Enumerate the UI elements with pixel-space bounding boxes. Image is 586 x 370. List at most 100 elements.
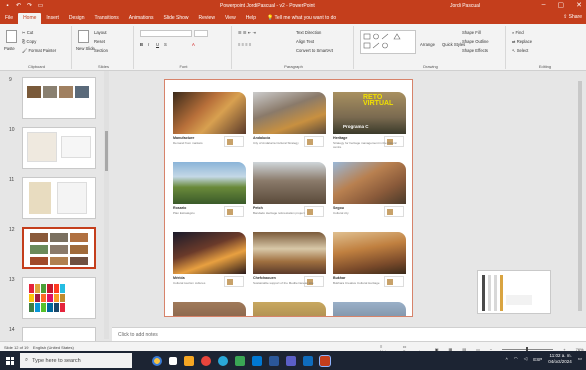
find-button[interactable]: ⌕ Find <box>512 30 524 35</box>
strikethrough-button[interactable]: S <box>164 42 167 47</box>
edge-icon[interactable] <box>218 355 228 366</box>
weather-icon[interactable] <box>152 355 162 366</box>
ribbon: Paste ✂ Cut ⎘ Copy 🖌 Format Painter Clip… <box>0 24 586 71</box>
font-size-field[interactable] <box>194 30 208 37</box>
tab-review[interactable]: Review <box>194 13 220 24</box>
taskbar-search[interactable]: ⌕ Type here to search <box>20 353 132 368</box>
slide-thumbnail-10[interactable] <box>22 127 96 169</box>
scrollbar-thumb[interactable] <box>105 131 108 171</box>
close-icon[interactable]: ✕ <box>576 1 582 9</box>
slide-cell[interactable]: Bukhar Bukhara Creative Cultural Heritag… <box>333 232 406 290</box>
slide-thumbnail-11[interactable] <box>22 177 96 219</box>
shape-outline-button[interactable]: Shape Outline <box>462 39 489 44</box>
reset-button[interactable]: Reset <box>94 39 105 44</box>
slide-cell[interactable]: Mérida Cultural tourism cultures <box>173 232 246 290</box>
slide-cell[interactable] <box>333 302 406 316</box>
undo-icon[interactable]: ↶ <box>15 3 22 10</box>
underline-button[interactable]: U <box>156 42 159 47</box>
font-name-field[interactable] <box>140 30 192 37</box>
notes-pane[interactable]: Click to add notes <box>112 327 586 341</box>
tab-animations[interactable]: Animations <box>124 13 159 24</box>
user-name[interactable]: Jordi Pascual <box>450 3 480 9</box>
save-icon[interactable]: ▪ <box>4 3 11 10</box>
align-text-button[interactable]: Align Text <box>296 39 314 44</box>
slide-cell[interactable]: Andalucía City of Andalucía Cultural Str… <box>253 92 326 150</box>
volume-icon[interactable]: ◁ <box>524 356 527 362</box>
window-title: Powerpoint JordiPascual - v2 - PowerPoin… <box>220 3 315 9</box>
new-slide-button[interactable]: New Slide <box>76 46 95 51</box>
shape-effects-button[interactable]: Shape Effects <box>462 48 488 53</box>
align-buttons[interactable]: ≡ ≡ ≡ ≡ <box>238 42 251 47</box>
tab-insert[interactable]: Insert <box>41 13 64 24</box>
zoom-slider[interactable] <box>502 346 554 352</box>
shapes-gallery[interactable] <box>360 30 416 54</box>
task-view-icon[interactable] <box>169 356 177 365</box>
store-icon[interactable] <box>235 355 245 366</box>
tab-home[interactable]: Home <box>18 13 42 24</box>
slide-thumbnail-13[interactable] <box>22 277 96 319</box>
bullets-button[interactable]: ☰ ☰ ⇤ ⇥ <box>238 30 256 35</box>
tell-me-search[interactable]: 💡 Tell me what you want to do <box>267 13 336 24</box>
tray-chevron-icon[interactable]: ^ <box>506 357 508 362</box>
clock[interactable]: 11:02 a. m. 04/oct/2024 <box>548 353 572 365</box>
slide-cell[interactable] <box>253 302 326 316</box>
format-painter-button[interactable]: 🖌 Format Painter <box>22 48 56 54</box>
slide-cell[interactable]: RETO VIRTUAL Programa C Heritage Strateg… <box>333 92 406 150</box>
chrome-icon[interactable] <box>201 355 211 366</box>
layout-button[interactable]: Layout <box>94 30 107 35</box>
teams-icon[interactable] <box>286 355 296 366</box>
tab-view[interactable]: View <box>220 13 241 24</box>
current-slide[interactable]: Manufacture Demand from markets Andalucí… <box>164 79 413 317</box>
slide-thumbnail-12[interactable] <box>22 227 96 269</box>
paragraph-group: ☰ ☰ ⇤ ⇥ ≡ ≡ ≡ ≡ Text Direction Align Tex… <box>234 26 354 69</box>
slide-area-scrollbar[interactable] <box>576 71 584 327</box>
section-button[interactable]: Section <box>94 48 108 53</box>
slide-cell[interactable]: Manufacture Demand from markets <box>173 92 246 150</box>
arrange-button[interactable]: Arrange <box>420 42 435 47</box>
minimize-icon[interactable]: – <box>542 1 546 9</box>
convert-smartart-button[interactable]: Convert to SmartArt <box>296 48 333 53</box>
scrollbar-thumb[interactable] <box>578 81 582 311</box>
outlook-icon[interactable] <box>303 355 313 366</box>
tab-design[interactable]: Design <box>64 13 90 24</box>
file-explorer-icon[interactable] <box>184 355 194 366</box>
off-slide-image[interactable] <box>477 270 551 314</box>
word-icon[interactable] <box>269 355 279 366</box>
shape-fill-button[interactable]: Shape Fill <box>462 30 481 35</box>
text-direction-button[interactable]: Text Direction <box>296 30 321 35</box>
slide-thumbnail-9[interactable] <box>22 77 96 119</box>
slide-thumbnail-14[interactable] <box>22 327 96 341</box>
paste-button[interactable]: Paste <box>4 46 15 51</box>
replace-button[interactable]: ⇄ Replace <box>512 39 532 44</box>
powerpoint-icon[interactable] <box>319 354 331 367</box>
tab-transitions[interactable]: Transitions <box>90 13 124 24</box>
slide-cell[interactable] <box>173 302 246 316</box>
tab-file[interactable]: File <box>0 13 18 24</box>
notifications-icon[interactable]: ▭ <box>578 356 582 362</box>
redo-icon[interactable]: ↷ <box>26 3 33 10</box>
new-slide-icon[interactable] <box>78 30 89 43</box>
mail-icon[interactable] <box>252 355 262 366</box>
slide-cell[interactable]: Segou Cultural city <box>333 162 406 220</box>
tab-slide-show[interactable]: Slide Show <box>159 13 194 24</box>
start-button[interactable] <box>0 351 20 370</box>
cell-photo <box>173 302 246 316</box>
language-indicator[interactable]: English (United States) <box>33 345 74 350</box>
maximize-icon[interactable]: ▢ <box>558 1 565 9</box>
network-icon[interactable]: ◠ <box>514 356 518 362</box>
slide-cell[interactable]: Chefchaouen Sustainable support of the M… <box>253 232 326 290</box>
share-button[interactable]: ⇪ Share <box>563 14 582 20</box>
input-language[interactable]: ESP <box>533 357 542 362</box>
slide-cell[interactable]: Rosario Plan Estratégico <box>173 162 246 220</box>
font-color-button[interactable]: A <box>192 42 195 47</box>
bold-button[interactable]: B <box>140 42 143 47</box>
slide-cell[interactable]: Petch Bandado Heritage reforestation pro… <box>253 162 326 220</box>
slideshow-icon[interactable]: ▭ <box>37 3 44 10</box>
italic-button[interactable]: I <box>148 42 149 47</box>
paste-icon[interactable] <box>6 30 17 43</box>
select-button[interactable]: ↖ Select <box>512 48 528 53</box>
copy-button[interactable]: ⎘ Copy <box>22 39 36 44</box>
tab-help[interactable]: Help <box>241 13 261 24</box>
thumbnails-scrollbar[interactable] <box>104 71 109 339</box>
cut-button[interactable]: ✂ Cut <box>22 30 33 35</box>
